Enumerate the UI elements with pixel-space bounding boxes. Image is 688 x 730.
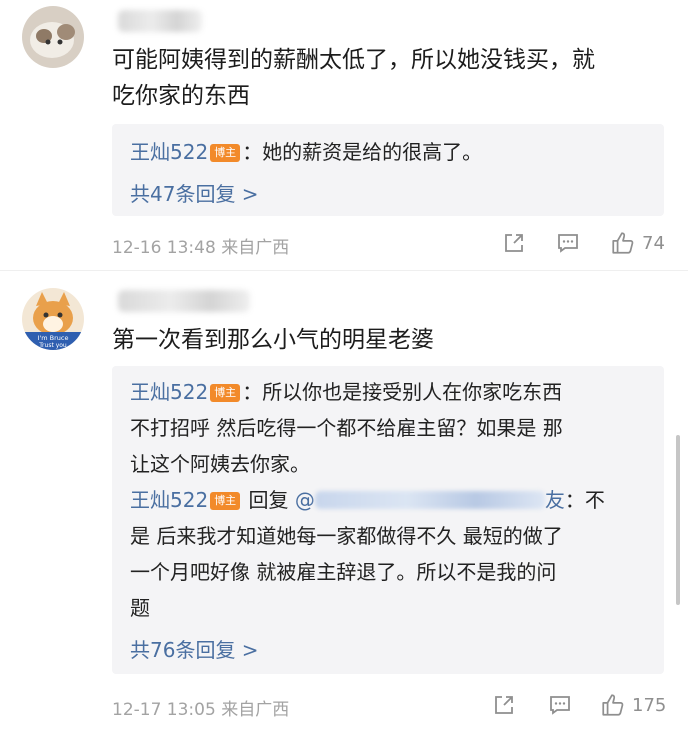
like-button[interactable]: 175 — [600, 692, 666, 718]
reply-text: 让这个阿姨去你家。 — [130, 452, 310, 476]
thumbs-up-icon — [612, 232, 634, 254]
share-button[interactable] — [492, 693, 516, 717]
comment-meta: 12-16 13:48 来自广西 — [112, 233, 289, 258]
mention-name-blurred — [314, 491, 545, 509]
comment-button[interactable] — [548, 693, 572, 717]
mention-link[interactable]: @ 友 — [295, 488, 565, 512]
comment-date: 12-16 13:48 — [112, 238, 216, 258]
reply-text: 题 — [130, 596, 150, 620]
comment-1: 可能阿姨得到的薪酬太低了，所以她没钱买，就 吃你家的东西 王灿522 博主 ：她的薪… — [0, 0, 688, 270]
reply-word: 回复 — [248, 488, 289, 512]
like-count: 175 — [632, 694, 667, 716]
reply-text: 她的薪资是给的很高了。 — [262, 140, 483, 164]
like-button[interactable]: 74 — [610, 230, 665, 256]
comment-icon — [558, 234, 578, 253]
comment-source: 来自广西 — [221, 700, 290, 720]
reply-box: 王灿522 博主 ：她的薪资是给的很高了。 共47条回复 > — [112, 124, 664, 216]
username-blurred[interactable] — [118, 10, 202, 32]
comment-text-line: 可能阿姨得到的薪酬太低了，所以她没钱买，就 — [112, 47, 595, 73]
reply-author[interactable]: 王灿522 — [130, 488, 208, 512]
comment-2: I'm Bruce Trust you 第一次看到那么小气的明星老婆 王灿522… — [0, 270, 688, 730]
svg-text:Trust you: Trust you — [38, 342, 67, 349]
comment-date: 12-17 13:05 — [112, 700, 216, 720]
reply-item[interactable]: 王灿522 博主 回复 @ 友：不 是 后来我才知道她每一家都做得不久 最短的做了 … — [130, 482, 605, 626]
comment-icon — [550, 696, 570, 715]
comment-text: 第一次看到那么小气的明星老婆 — [112, 322, 434, 358]
more-replies-link[interactable]: 共47条回复 > — [130, 178, 259, 207]
blogger-badge: 博主 — [210, 384, 241, 402]
reply-text: 是 后来我才知道她每一家都做得不久 最短的做了 — [130, 524, 563, 548]
comment-meta: 12-17 13:05 来自广西 — [112, 695, 289, 720]
svg-text:I'm Bruce: I'm Bruce — [38, 334, 69, 342]
share-icon — [505, 234, 523, 252]
reply-box: 王灿522 博主 ：所以你也是接受别人在你家吃东西 不打招呼 然后吃得一个都不给雇主… — [112, 366, 664, 674]
reply-text: 所以你也是接受别人在你家吃东西 — [262, 380, 563, 404]
reply-text: ：不 — [564, 488, 605, 512]
comment-button[interactable] — [556, 231, 580, 255]
reply-author[interactable]: 王灿522 — [130, 140, 208, 164]
scrollbar-thumb[interactable] — [676, 435, 680, 605]
reply-text: 一个月吧好像 就被雇主辞退了。所以不是我的问 — [130, 560, 557, 584]
share-button[interactable] — [502, 231, 526, 255]
comment-text-line: 第一次看到那么小气的明星老婆 — [112, 327, 434, 353]
user-avatar[interactable] — [22, 6, 84, 68]
blogger-badge: 博主 — [210, 144, 241, 162]
username-blurred[interactable] — [118, 290, 250, 312]
comment-text-line: 吃你家的东西 — [112, 83, 250, 109]
blogger-badge: 博主 — [210, 492, 241, 510]
like-count: 74 — [642, 232, 665, 254]
reply-item[interactable]: 王灿522 博主 ：她的薪资是给的很高了。 — [130, 134, 482, 170]
share-icon — [495, 696, 513, 714]
user-avatar[interactable]: I'm Bruce Trust you — [22, 288, 84, 350]
comment-source: 来自广西 — [221, 238, 290, 258]
thumbs-up-icon — [602, 694, 624, 716]
reply-item[interactable]: 王灿522 博主 ：所以你也是接受别人在你家吃东西 不打招呼 然后吃得一个都不给雇主… — [130, 374, 563, 482]
comment-text: 可能阿姨得到的薪酬太低了，所以她没钱买，就 吃你家的东西 — [112, 42, 595, 114]
reply-author[interactable]: 王灿522 — [130, 380, 208, 404]
reply-text: 不打招呼 然后吃得一个都不给雇主留？如果是 那 — [130, 416, 563, 440]
more-replies-link[interactable]: 共76条回复 > — [130, 634, 259, 663]
